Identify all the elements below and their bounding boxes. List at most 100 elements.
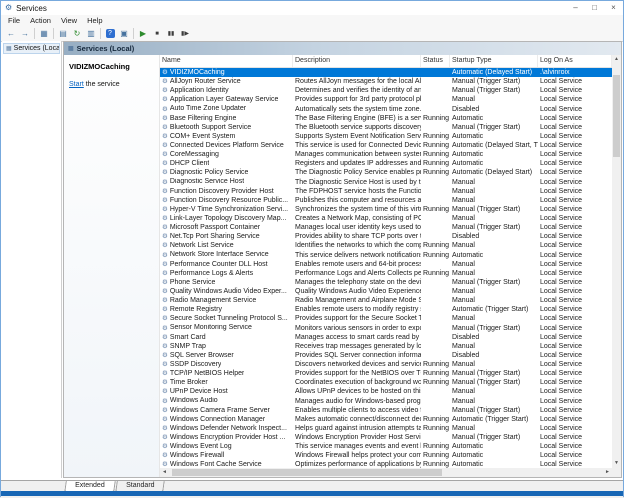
service-row[interactable]: ⚙ DHCP Client Registers and updates IP a… [160, 159, 612, 168]
horizontal-scrollbar[interactable]: ◄ ► [160, 468, 612, 477]
scroll-up-icon[interactable]: ▲ [612, 55, 621, 64]
show-console-tree-button[interactable]: ▦ [37, 27, 51, 40]
service-row[interactable]: ⚙ AllJoyn Router Service Routes AllJoyn … [160, 77, 612, 86]
service-name: Windows Encryption Provider Host ... [170, 433, 286, 442]
service-row[interactable]: ⚙ Quality Windows Audio Video Exper... Q… [160, 287, 612, 296]
service-startup-type: Automatic [450, 442, 538, 451]
scroll-right-icon[interactable]: ► [603, 468, 612, 477]
service-row[interactable]: ⚙ Bluetooth Support Service The Bluetoot… [160, 123, 612, 132]
service-row[interactable]: ⚙ Hyper-V Time Synchronization Servi... … [160, 205, 612, 214]
service-row[interactable]: ⚙ VIDIZMOCaching Automatic (Delayed Star… [160, 68, 612, 77]
scroll-down-icon[interactable]: ▼ [612, 459, 621, 468]
service-logon-as: Local Service [538, 205, 612, 214]
service-row[interactable]: ⚙ CoreMessaging Manages communication be… [160, 150, 612, 159]
tree-item-label: Services (Local) [14, 45, 60, 52]
service-gear-icon: ⚙ [162, 378, 168, 387]
service-row[interactable]: ⚙ SSDP Discovery Discovers networked dev… [160, 360, 612, 369]
export-list-button[interactable]: ▥ [84, 27, 98, 40]
service-row[interactable]: ⚙ Connected Devices Platform Service Thi… [160, 141, 612, 150]
service-row[interactable]: ⚙ Windows Defender Network Inspect... He… [160, 424, 612, 433]
refresh-button[interactable]: ↻ [70, 27, 84, 40]
service-row[interactable]: ⚙ Application Layer Gateway Service Prov… [160, 95, 612, 104]
tree-item-services-local[interactable]: ▦ Services (Local) [3, 43, 60, 54]
service-row[interactable]: ⚙ SNMP Trap Receives trap messages gener… [160, 342, 612, 351]
service-gear-icon: ⚙ [162, 105, 168, 114]
stop-service-button[interactable]: ■ [150, 27, 164, 40]
pause-service-button[interactable]: ▮▮ [164, 27, 178, 40]
service-row[interactable]: ⚙ Windows Encryption Provider Host ... W… [160, 433, 612, 442]
back-button[interactable]: ← [4, 27, 18, 40]
column-header-name[interactable]: Name [160, 55, 293, 67]
column-header-description[interactable]: Description [293, 55, 421, 67]
service-name-cell: ⚙ Radio Management Service [160, 296, 293, 305]
menu-view[interactable]: View [56, 16, 82, 25]
service-row[interactable]: ⚙ Auto Time Zone Updater Automatically s… [160, 105, 612, 114]
service-name: Function Discovery Provider Host [170, 187, 274, 196]
service-row[interactable]: ⚙ Radio Management Service Radio Managem… [160, 296, 612, 305]
service-row[interactable]: ⚙ Remote Registry Enables remote users t… [160, 305, 612, 314]
service-row[interactable]: ⚙ Microsoft Passport Container Manages l… [160, 223, 612, 232]
start-service-button[interactable]: ▶ [136, 27, 150, 40]
service-name: Connected Devices Platform Service [170, 141, 284, 150]
service-row[interactable]: ⚙ Network Store Interface Service This s… [160, 251, 612, 260]
service-row[interactable]: ⚙ Function Discovery Resource Public... … [160, 196, 612, 205]
properties-button[interactable]: ▤ [56, 27, 70, 40]
minimize-button[interactable]: – [566, 1, 585, 15]
service-row[interactable]: ⚙ Net.Tcp Port Sharing Service Provides … [160, 232, 612, 241]
service-row[interactable]: ⚙ Phone Service Manages the telephony st… [160, 278, 612, 287]
service-row[interactable]: ⚙ SQL Server Browser Provides SQL Server… [160, 351, 612, 360]
vertical-scroll-thumb[interactable] [613, 75, 620, 157]
restart-service-button[interactable]: ▮▶ [178, 27, 192, 40]
start-service-link[interactable]: Start [69, 81, 84, 88]
service-row[interactable]: ⚙ Windows Firewall Windows Firewall help… [160, 451, 612, 460]
scroll-left-icon[interactable]: ◄ [160, 468, 169, 477]
service-status: Running [421, 378, 450, 387]
close-button[interactable]: × [604, 1, 623, 15]
column-header-startup-type[interactable]: Startup Type [450, 55, 538, 67]
toolbar-separator [100, 28, 101, 39]
forward-button[interactable]: → [18, 27, 32, 40]
service-name: Net.Tcp Port Sharing Service [170, 232, 260, 241]
horizontal-scroll-thumb[interactable] [172, 469, 442, 476]
service-name-cell: ⚙ Application Identity [160, 86, 293, 95]
service-gear-icon: ⚙ [162, 442, 168, 451]
help-button[interactable]: ? [103, 27, 117, 40]
service-row[interactable]: ⚙ Smart Card Manages access to smart car… [160, 333, 612, 342]
service-row[interactable]: ⚙ Time Broker Coordinates execution of b… [160, 378, 612, 387]
maximize-button[interactable]: □ [585, 1, 604, 15]
service-name: SNMP Trap [170, 342, 206, 351]
service-row[interactable]: ⚙ Windows Camera Frame Server Enables mu… [160, 406, 612, 415]
service-row[interactable]: ⚙ COM+ Event System Supports System Even… [160, 132, 612, 141]
service-row[interactable]: ⚙ Windows Event Log This service manages… [160, 442, 612, 451]
service-name-cell: ⚙ Windows Defender Network Inspect... [160, 424, 293, 433]
service-row[interactable]: ⚙ Link-Layer Topology Discovery Map... C… [160, 214, 612, 223]
service-row[interactable]: ⚙ Diagnostic Service Host The Diagnostic… [160, 178, 612, 187]
service-status [421, 324, 450, 333]
service-row[interactable]: ⚙ Performance Counter DLL Host Enables r… [160, 260, 612, 269]
service-logon-as: .\alvinroix [538, 68, 612, 77]
service-row[interactable]: ⚙ Diagnostic Policy Service The Diagnost… [160, 168, 612, 177]
vertical-scrollbar[interactable]: ▲ ▼ [612, 55, 621, 468]
extended-view-button[interactable]: ▣ [117, 27, 131, 40]
title-bar[interactable]: ⚙ Services –□× [1, 1, 623, 15]
service-row[interactable]: ⚙ Function Discovery Provider Host The F… [160, 187, 612, 196]
service-row[interactable]: ⚙ Windows Audio Manages audio for Window… [160, 397, 612, 406]
help-icon: ? [106, 29, 115, 38]
service-row[interactable]: ⚙ TCP/IP NetBIOS Helper Provides support… [160, 369, 612, 378]
column-header-status[interactable]: Status [421, 55, 450, 67]
services-app-icon: ⚙ [5, 1, 12, 15]
service-row[interactable]: ⚙ Windows Connection Manager Makes autom… [160, 415, 612, 424]
service-row[interactable]: ⚙ Windows Font Cache Service Optimizes p… [160, 460, 612, 468]
service-row[interactable]: ⚙ UPnP Device Host Allows UPnP devices t… [160, 387, 612, 396]
service-row[interactable]: ⚙ Network List Service Identifies the ne… [160, 241, 612, 250]
menu-action[interactable]: Action [25, 16, 56, 25]
extended-view-icon: ▣ [120, 29, 128, 38]
service-row[interactable]: ⚙ Application Identity Determines and ve… [160, 86, 612, 95]
menu-help[interactable]: Help [82, 16, 107, 25]
service-row[interactable]: ⚙ Performance Logs & Alerts Performance … [160, 269, 612, 278]
service-row[interactable]: ⚙ Base Filtering Engine The Base Filteri… [160, 114, 612, 123]
column-header-log-on-as[interactable]: Log On As [538, 55, 612, 67]
service-row[interactable]: ⚙ Sensor Monitoring Service Monitors var… [160, 324, 612, 333]
menu-file[interactable]: File [3, 16, 25, 25]
service-row[interactable]: ⚙ Secure Socket Tunneling Protocol S... … [160, 314, 612, 323]
